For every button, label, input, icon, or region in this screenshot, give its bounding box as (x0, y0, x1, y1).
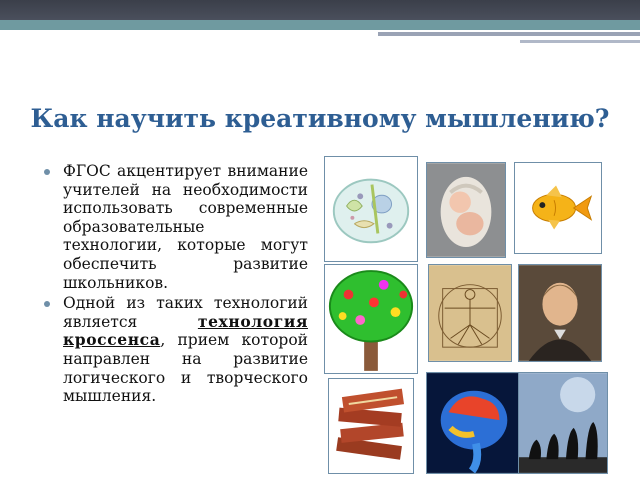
top-band-teal (0, 20, 640, 30)
evolution-icon (518, 372, 608, 474)
books-icon (328, 378, 414, 474)
flower-tree-icon (324, 264, 418, 374)
bullet-item-2: Одной из таких технологий является техно… (44, 294, 308, 406)
bullet-text: ФГОС акцентирует внимание учителей на не… (63, 162, 308, 292)
darwin-portrait-icon (518, 264, 602, 362)
cell-icon (324, 156, 418, 262)
goldfish-icon (514, 162, 602, 254)
baby-in-egg-icon (426, 162, 506, 258)
bullet-list: ФГОС акцентирует внимание учителей на не… (44, 162, 308, 408)
vitruvian-man-icon (428, 264, 512, 362)
top-accent-line (378, 32, 640, 36)
bullet-dot (44, 301, 50, 308)
bullet-item-1: ФГОС акцентирует внимание учителей на не… (44, 162, 308, 292)
top-accent-line-short (520, 40, 640, 43)
bullet-dot (44, 169, 50, 175)
top-band-dark (0, 0, 640, 20)
brain-icon (426, 372, 522, 474)
slide-title: Как научить креативному мышлению? (30, 104, 610, 133)
